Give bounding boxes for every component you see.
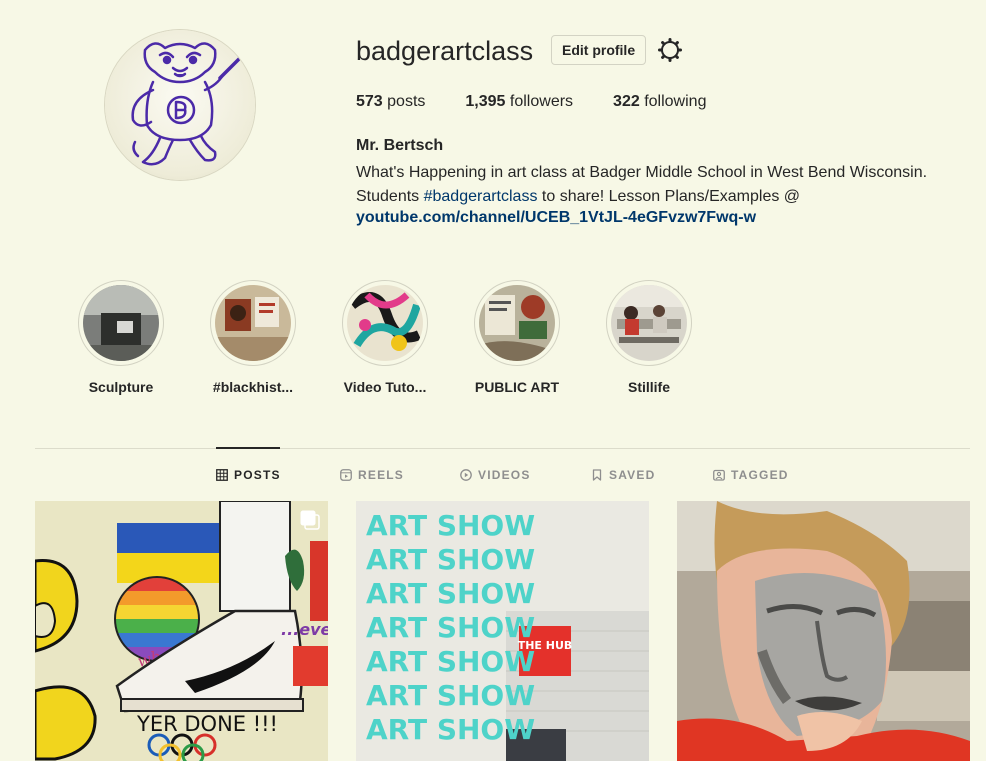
followers-label: followers	[509, 93, 574, 110]
tab-videos[interactable]: VIDEOS	[460, 468, 531, 482]
followers-stat[interactable]: 1,395 followers	[465, 93, 573, 111]
play-icon	[460, 469, 472, 481]
profile-bio: What's Happening in art class at Badger …	[356, 161, 966, 209]
highlight-stillife[interactable]: Stillife	[589, 280, 709, 395]
reels-icon	[340, 469, 352, 481]
post-thumbnail-3[interactable]	[677, 501, 970, 761]
settings-gear-icon[interactable]	[657, 37, 683, 63]
bio-line-2: Students #badgerartclass to share! Lesso…	[356, 185, 966, 209]
profile-website-link[interactable]: youtube.com/channel/UCEB_1VtJL-4eGFvzw7F…	[356, 209, 756, 227]
bio-line-2-suffix: to share! Lesson Plans/Examples @	[537, 188, 801, 205]
tab-posts[interactable]: POSTS	[216, 468, 281, 482]
highlight-thumbnail	[215, 285, 291, 361]
highlight-label: Stillife	[627, 379, 670, 395]
highlight-ring	[210, 280, 296, 366]
highlight-label: #blackhist...	[212, 379, 294, 395]
post2-line: ART SHOW	[366, 577, 535, 610]
highlight-thumbnail	[347, 285, 423, 361]
bookmark-icon	[592, 469, 602, 481]
highlight-thumbnail	[479, 285, 555, 361]
post2-line: ART SHOW	[366, 543, 535, 576]
post-thumbnail-2[interactable]: THE HUB ART SHOW ART SHOW ART SHOW ART S…	[356, 501, 649, 761]
post2-line: ART SHOW	[366, 679, 535, 712]
following-label: following	[644, 93, 707, 110]
tabs-divider	[35, 448, 970, 449]
profile-stats: 573 posts 1,395 followers 322 following	[356, 93, 746, 111]
tab-label: SAVED	[609, 468, 656, 482]
post-image-art-show: THE HUB ART SHOW ART SHOW ART SHOW ART S…	[356, 501, 649, 761]
highlight-label: Video Tuto...	[343, 379, 427, 395]
post-image-painted-wall: what? ...eve YER DONE !!!	[35, 501, 328, 761]
followers-count: 1,395	[465, 93, 506, 110]
highlight-public-art[interactable]: PUBLIC ART	[457, 280, 577, 395]
post2-line: ART SHOW	[366, 645, 535, 678]
post-thumbnail-1[interactable]: what? ...eve YER DONE !!!	[35, 501, 328, 761]
profile-avatar[interactable]	[105, 30, 255, 180]
bio-hashtag-link[interactable]: #badgerartclass	[424, 188, 538, 205]
highlight-ring	[606, 280, 692, 366]
posts-count: 573	[356, 93, 383, 110]
highlight-blackhistory[interactable]: #blackhist...	[193, 280, 313, 395]
post2-line: ART SHOW	[366, 713, 535, 746]
post1-banner-text: YER DONE !!!	[136, 712, 278, 736]
highlight-sculpture[interactable]: Sculpture	[61, 280, 181, 395]
highlight-label: PUBLIC ART	[474, 379, 560, 395]
badger-mascot-icon	[131, 42, 242, 166]
highlight-video-tutorials[interactable]: Video Tuto...	[325, 280, 445, 395]
highlight-label: Sculpture	[88, 379, 154, 395]
bio-line-1: What's Happening in art class at Badger …	[356, 164, 928, 181]
tab-label: REELS	[358, 468, 405, 482]
highlight-ring	[78, 280, 164, 366]
tab-reels[interactable]: REELS	[340, 468, 404, 482]
post-image-mask-portrait	[677, 501, 970, 761]
post1-side-text: ...eve	[281, 620, 328, 639]
highlight-ring	[342, 280, 428, 366]
tab-label: POSTS	[234, 468, 281, 482]
following-count: 322	[613, 93, 640, 110]
bio-line-2-prefix: Students	[356, 188, 424, 205]
following-stat[interactable]: 322 following	[613, 93, 706, 111]
highlight-thumbnail	[611, 285, 687, 361]
posts-stat: 573 posts	[356, 93, 425, 111]
grid-icon	[216, 469, 228, 481]
tab-label: TAGGED	[731, 468, 789, 482]
highlight-thumbnail	[83, 285, 159, 361]
post2-line: ART SHOW	[366, 611, 535, 644]
tab-label: VIDEOS	[478, 468, 531, 482]
profile-username: badgerartclass	[356, 36, 534, 66]
tab-saved[interactable]: SAVED	[591, 468, 655, 482]
tagged-icon	[713, 469, 725, 481]
profile-full-name: Mr. Bertsch	[356, 137, 444, 154]
highlight-ring	[474, 280, 560, 366]
edit-profile-button[interactable]: Edit profile	[551, 35, 647, 65]
post2-line: ART SHOW	[366, 509, 535, 542]
posts-label: posts	[387, 93, 426, 110]
active-tab-indicator	[216, 447, 280, 449]
tab-tagged[interactable]: TAGGED	[713, 468, 789, 482]
